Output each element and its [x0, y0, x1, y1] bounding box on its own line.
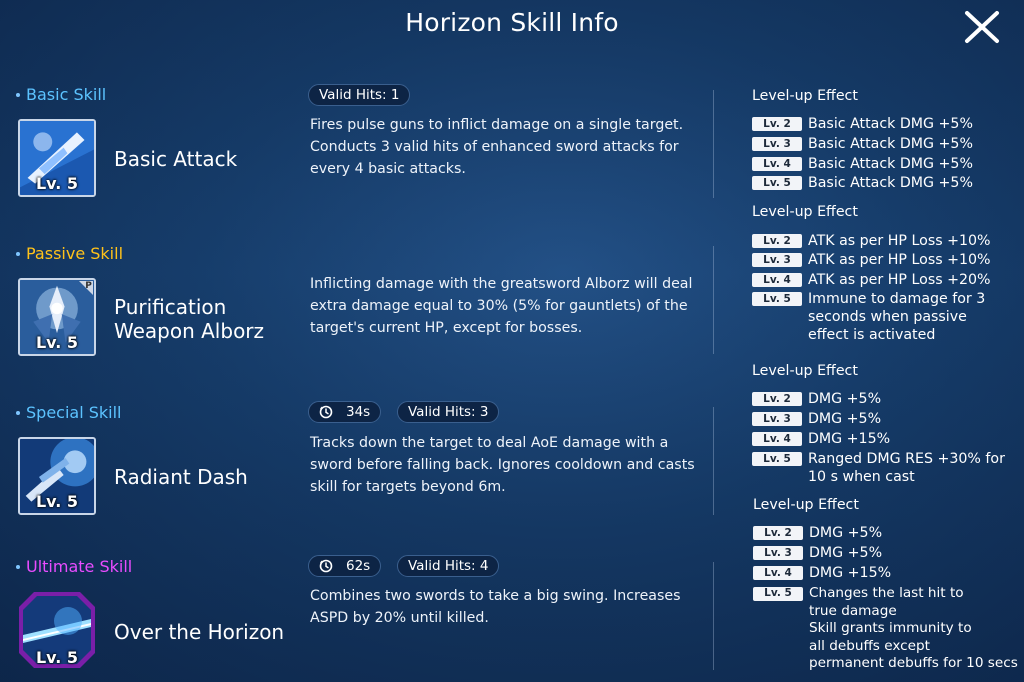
- divider: [713, 407, 714, 515]
- divider: [713, 90, 714, 198]
- levelup-heading: Level-up Effect: [752, 363, 858, 379]
- levelup-row: Lv. 4 Basic Attack DMG +5%: [752, 155, 973, 173]
- cooldown-badge: 34s: [308, 401, 382, 423]
- levelup-row: Lv. 4 DMG +15%: [753, 564, 891, 582]
- valid-hits-badge: Valid Hits: 3: [397, 401, 500, 423]
- skill-type-ultimate: Ultimate Skill: [16, 557, 132, 576]
- cooldown-badge: 62s: [308, 555, 382, 577]
- skill-icon-radiant-dash[interactable]: Lv. 5: [18, 437, 96, 515]
- skill-icon-over-the-horizon[interactable]: Lv. 5: [18, 591, 96, 669]
- clock-icon: [319, 559, 333, 573]
- level-badge: Lv. 5: [35, 492, 79, 511]
- skill-type-special: Special Skill: [16, 403, 122, 422]
- level-badge: Lv. 5: [35, 648, 79, 667]
- page-title: Horizon Skill Info: [405, 8, 619, 37]
- skill-name-special: Radiant Dash: [114, 465, 248, 489]
- skill-description-passive: Inflicting damage with the greatsword Al…: [310, 276, 693, 336]
- levelup-row: Lv. 2 DMG +5%: [752, 390, 881, 408]
- levelup-row: Lv. 3 ATK as per HP Loss +10%: [752, 251, 991, 269]
- skill-description-ultimate: Combines two swords to take a big swing.…: [310, 588, 681, 626]
- skill-name-basic: Basic Attack: [114, 147, 238, 171]
- skill-name-passive: Purification Weapon Alborz: [114, 295, 265, 343]
- bullet-icon: [16, 92, 20, 97]
- levelup-heading: Level-up Effect: [753, 497, 859, 513]
- skill-icon-purification-weapon[interactable]: P Lv. 5: [18, 278, 96, 356]
- skill-type-passive: Passive Skill: [16, 244, 123, 263]
- valid-hits-badge: Valid Hits: 1: [308, 84, 411, 106]
- levelup-row: Lv. 3 Basic Attack DMG +5%: [752, 135, 973, 153]
- levelup-row: Lv. 4 ATK as per HP Loss +20%: [752, 271, 991, 289]
- levelup-row: Lv. 2 Basic Attack DMG +5%: [752, 115, 973, 133]
- skill-name-ultimate: Over the Horizon: [114, 620, 285, 644]
- levelup-heading: Level-up Effect: [752, 204, 858, 220]
- levelup-row: Lv. 5 Ranged DMG RES +30% for 10 s when c…: [752, 450, 1005, 486]
- levelup-row: Lv. 5 Basic Attack DMG +5%: [752, 174, 973, 192]
- level-badge: Lv. 5: [35, 174, 79, 193]
- close-button[interactable]: [962, 8, 1002, 46]
- divider: [713, 246, 714, 354]
- levelup-row: Lv. 3 DMG +5%: [753, 544, 882, 562]
- levelup-row: Lv. 2 ATK as per HP Loss +10%: [752, 232, 991, 250]
- skill-icon-basic-attack[interactable]: Lv. 5: [18, 119, 96, 197]
- bullet-icon: [16, 251, 20, 256]
- levelup-row: Lv. 5 Immune to damage for 3 seconds when…: [752, 290, 985, 344]
- bullet-icon: [16, 410, 20, 415]
- close-icon: [965, 11, 999, 43]
- level-badge: Lv. 5: [35, 333, 79, 352]
- levelup-row: Lv. 3 DMG +5%: [752, 410, 881, 428]
- levelup-row: Lv. 2 DMG +5%: [753, 524, 882, 542]
- skill-description-special: Tracks down the target to deal AoE damag…: [310, 435, 695, 495]
- levelup-row: Lv. 4 DMG +15%: [752, 430, 890, 448]
- levelup-row: Lv. 5 Changes the last hit to true damage…: [753, 585, 1018, 673]
- clock-icon: [319, 405, 333, 419]
- divider: [713, 562, 714, 670]
- bullet-icon: [16, 564, 20, 569]
- levelup-heading: Level-up Effect: [752, 88, 858, 104]
- valid-hits-badge: Valid Hits: 4: [397, 555, 500, 577]
- skill-description-basic: Fires pulse guns to inflict damage on a …: [310, 117, 684, 177]
- skill-type-basic: Basic Skill: [16, 85, 106, 104]
